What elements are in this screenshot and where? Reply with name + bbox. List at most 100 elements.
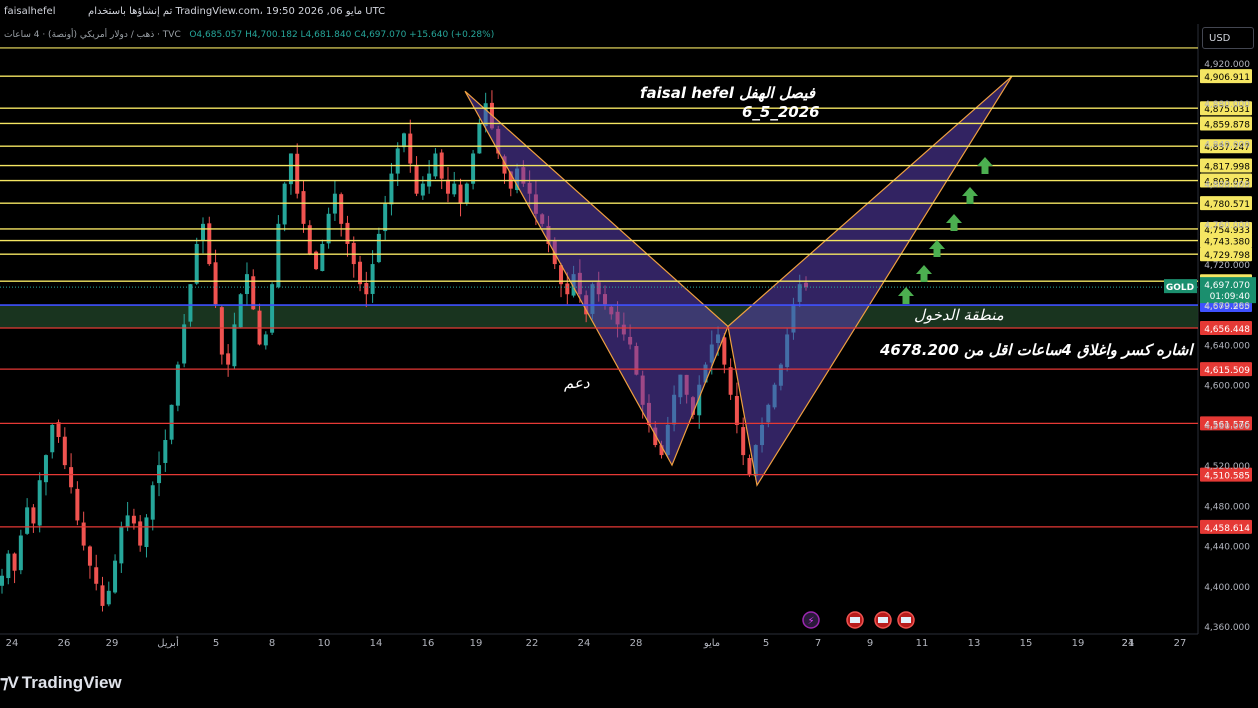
candle-body [364,282,369,295]
candle-body [150,485,155,520]
candle-body [25,507,30,534]
x-tick-label: 24 [1122,638,1135,649]
top-info-bar: faisalhefel تم إنشاؤها باستخدام TradingV… [0,0,1258,24]
symbol-description: ذهب / دولار أمريكي (أونصة) · 4 ساعات · T… [4,30,181,40]
x-tick-label: 14 [370,638,383,649]
candle-body [282,183,287,225]
y-tick-label: 4,760.000 [1204,221,1250,231]
y-tick-label: 4,680.000 [1204,301,1250,311]
support-annotation: دعم [564,374,590,392]
ohlc-values: O4,685.057 H4,700.182 L4,681.840 C4,697.… [189,30,495,40]
currency-button[interactable]: USD [1202,27,1254,49]
tradingview-logo-text: TradingView [21,673,122,692]
candle-body [722,337,727,365]
candle-body [276,223,281,288]
candle-body [414,165,419,194]
candle-body [458,184,463,204]
candle-body [219,307,224,355]
x-tick-label: 24 [578,638,591,649]
candle-body [728,367,733,395]
symbol-tag-label: GOLD [1166,283,1194,293]
candle-body [175,364,180,406]
candle-body [320,243,325,271]
candle-body [138,521,143,546]
x-tick-label: 15 [1020,638,1033,649]
candle-body [734,395,739,425]
y-tick-label: 4,560.000 [1204,422,1250,432]
candle-body [50,424,55,453]
y-tick-label: 4,520.000 [1204,462,1250,472]
candle-body [0,575,4,586]
candle-body [565,283,570,295]
resistance-level-label: 4,817.998 [1204,163,1250,173]
candle-body [163,440,168,463]
x-tick-label: 5 [763,638,769,649]
candle-body [301,191,306,224]
y-tick-label: 4,480.000 [1204,502,1250,512]
tradingview-mark-icon: ⁊V [0,673,19,692]
resistance-level-label: 4,859.878 [1204,120,1250,130]
us-flag-stripe [850,617,860,623]
y-tick-label: 4,440.000 [1204,543,1250,553]
x-tick-label: مايو [703,638,720,649]
x-tick-label: 22 [526,638,539,649]
x-tick-label: 19 [470,638,483,649]
author-annotation: faisal hefel فيصل الهفل [640,84,816,102]
resistance-level-label: 4,743.380 [1204,238,1250,248]
us-flag-stripe [901,617,911,623]
x-tick-label: 11 [916,638,929,649]
candle-body [263,334,268,346]
candle-body [445,179,450,194]
candle-body [56,422,61,437]
candle-body [452,183,457,195]
candle-body [389,173,394,205]
candle-body [119,527,124,564]
tradingview-chart-screenshot: faisalhefel تم إنشاؤها باستخدام TradingV… [0,0,1258,708]
candle-body [747,458,752,476]
candle-body [6,553,11,579]
candle-body [75,488,80,521]
candle-body [12,553,17,571]
candle-body [43,455,48,483]
candle-body [188,284,193,322]
candle-body [295,153,300,194]
candle-body [169,404,174,440]
candle-body [94,567,99,584]
candle-body [351,242,356,265]
candle-body [18,535,23,571]
x-tick-label: 19 [1072,638,1085,649]
candle-body [408,133,413,164]
x-tick-label: 9 [867,638,873,649]
x-tick-label: 28 [630,638,643,649]
publisher-name: faisalhefel [4,6,56,17]
y-tick-label: 4,880.000 [1204,100,1250,110]
candle-body [370,264,375,294]
entry-zone-annotation: منطقة الدخول [914,306,1004,324]
candle-body [238,294,243,328]
candle-body [113,560,118,593]
candle-body [395,148,400,174]
tradingview-logo[interactable]: ⁊V TradingView [0,673,122,693]
candle-body [81,522,86,546]
current-price-value: 4,697.070 [1204,281,1250,291]
candle-body [194,243,199,284]
y-tick-label: 4,800.000 [1204,181,1250,191]
y-tick-label: 4,720.000 [1204,261,1250,271]
resistance-level-label: 4,729.798 [1204,251,1250,261]
x-tick-label: 7 [815,638,821,649]
candle-body [106,590,111,605]
lightning-glyph: ⚡ [807,616,814,627]
candle-body [87,546,92,566]
x-tick-label: 16 [422,638,435,649]
x-tick-label: 27 [1174,638,1187,649]
x-tick-label: 13 [968,638,981,649]
candle-body [232,324,237,367]
resistance-level-label: 4,906.911 [1204,73,1250,83]
resistance-level-label: 4,780.571 [1204,200,1250,210]
y-tick-label: 4,400.000 [1204,583,1250,593]
symbol-legend: ذهب / دولار أمريكي (أونصة) · 4 ساعات · T… [4,30,494,40]
x-tick-label: 8 [269,638,275,649]
x-tick-label: أبريل [157,636,179,649]
candle-body [201,223,205,242]
us-flag-stripe [878,617,888,623]
